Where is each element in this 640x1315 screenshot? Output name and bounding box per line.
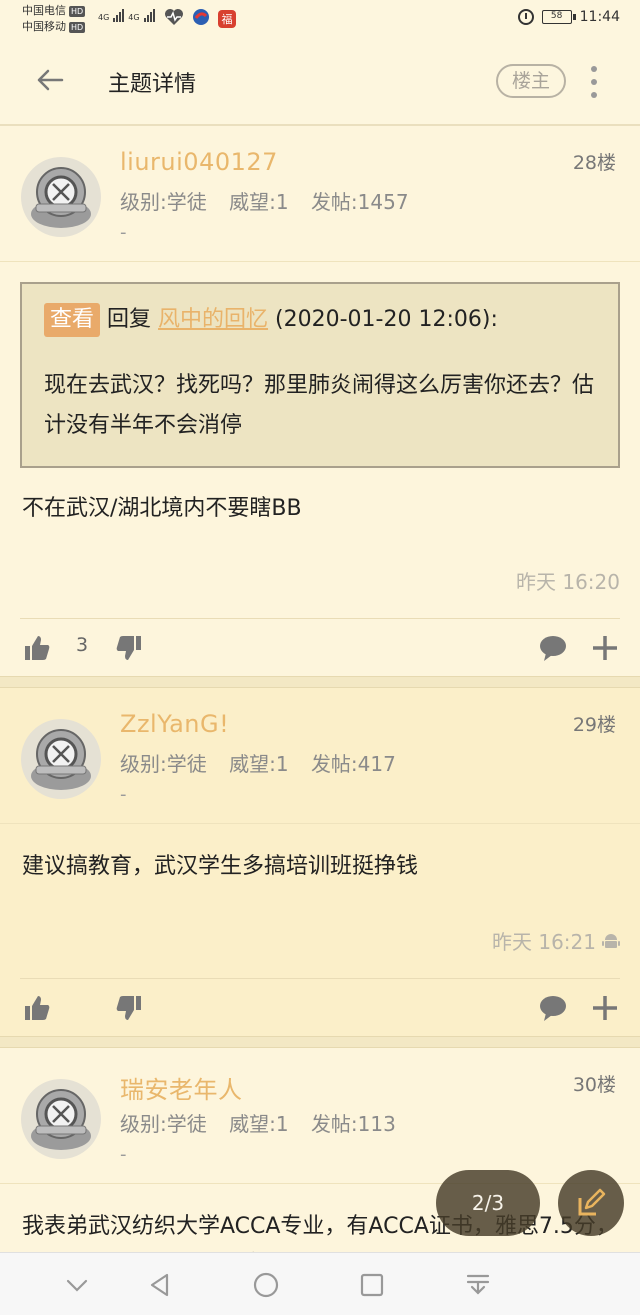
post-time: 昨天 16:21 [492,930,596,954]
home-circle-icon[interactable] [252,1271,280,1299]
compose-icon[interactable] [558,1170,624,1236]
status-bar: 中国电信 HD 中国移动 HD 4G 4G 福 58 11:44 [0,0,640,40]
plus-icon[interactable] [590,633,620,663]
user-meta: 级别:学徒 威望:1 发帖:417 [120,748,396,777]
signature: - [120,1144,127,1165]
system-nav-bar [0,1252,640,1315]
user-level: 级别:学徒 [120,190,207,214]
reply-word: 回复 [107,307,152,332]
post-body: 不在武汉/湖北境内不要瞎BB [22,496,302,521]
carrier-1: 中国电信 [22,4,66,17]
username[interactable]: 瑞安老年人 [120,1070,243,1105]
user-prestige: 威望:1 [229,752,289,776]
op-only-button[interactable]: 楼主 [496,64,566,98]
user-post-count: 发帖:417 [310,752,396,776]
hd-badge: HD [69,5,86,17]
signal-icon [143,9,155,22]
notification-icons: 福 [164,8,236,29]
avatar[interactable] [20,1078,102,1160]
floor-number: 30楼 [572,1074,616,1096]
carrier-info: 中国电信 HD 中国移动 HD [22,3,86,35]
user-level: 级别:学徒 [120,752,207,776]
notification-shade-icon[interactable] [464,1271,492,1299]
user-post-count: 发帖:1457 [310,190,409,214]
red-app-icon: 福 [218,9,236,28]
user-meta: 级别:学徒 威望:1 发帖:113 [120,1108,396,1137]
back-arrow-icon[interactable] [34,64,66,96]
signature: - [120,784,127,805]
post-actions [20,978,620,1036]
quote-block: 查看 回复 风中的回忆 (2020-01-20 12:06): 现在去武汉？找死… [20,282,620,468]
thread-content: liurui040127 28楼 级别:学徒 威望:1 发帖:1457 - 查看… [0,126,640,1252]
app-header: 主题详情 楼主 [0,40,640,126]
back-triangle-icon[interactable] [146,1271,174,1299]
comment-icon[interactable] [538,633,568,663]
page-title: 主题详情 [108,72,197,97]
floor-number: 28楼 [572,152,616,174]
alarm-icon [517,9,534,25]
user-meta: 级别:学徒 威望:1 发帖:1457 [120,186,409,215]
user-level: 级别:学徒 [120,1112,207,1136]
post-header: 瑞安老年人 30楼 级别:学徒 威望:1 发帖:113 - [0,1048,640,1184]
avatar[interactable] [20,156,102,238]
thumbs-up-icon[interactable] [22,993,52,1023]
quoted-text: 现在去武汉？找死吗？那里肺炎闹得这么厉害你还去？估计没有半年不会消停 [44,373,595,438]
user-prestige: 威望:1 [229,190,289,214]
user-post-count: 发帖:113 [310,1112,396,1136]
post-actions: 3 [20,618,620,676]
app-notification-icon [192,8,210,29]
user-prestige: 威望:1 [229,1112,289,1136]
post-time-row: 昨天 16:21 [0,926,640,978]
clock: 11:44 [579,9,620,25]
post-item: liurui040127 28楼 级别:学徒 威望:1 发帖:1457 - 查看… [0,126,640,676]
like-count: 3 [76,634,89,656]
recents-square-icon[interactable] [358,1271,386,1299]
plus-icon[interactable] [590,993,620,1023]
post-header: ZzlYanG! 29楼 级别:学徒 威望:1 发帖:417 - [0,688,640,824]
username[interactable]: liurui040127 [120,148,278,176]
signal-icon [113,9,125,22]
network-type-2: 4G [128,13,140,22]
floor-number: 29楼 [572,714,616,736]
signal-icons: 4G 4G [98,9,155,22]
post-item: ZzlYanG! 29楼 级别:学徒 威望:1 发帖:417 - 建议搞教育，武… [0,688,640,1036]
page-indicator-button[interactable]: 2/3 [436,1170,540,1236]
more-options-icon[interactable] [586,66,602,98]
post-time: 昨天 16:20 [516,570,620,594]
username[interactable]: ZzlYanG! [120,710,229,738]
post-body: 建议搞教育，武汉学生多搞培训班挺挣钱 [22,854,419,879]
status-right: 58 11:44 [517,9,620,25]
network-type-1: 4G [98,13,110,22]
thumbs-down-icon[interactable] [114,633,144,663]
post-item: 瑞安老年人 30楼 级别:学徒 威望:1 发帖:113 - 我表弟武汉纺织大学A… [0,1048,640,1252]
avatar[interactable] [20,718,102,800]
signature: - [120,222,127,243]
comment-icon[interactable] [538,993,568,1023]
post-divider [0,1036,640,1048]
quoted-user-link[interactable]: 风中的回忆 [158,307,268,332]
thumbs-up-icon[interactable] [22,633,52,663]
heart-monitor-icon [164,8,184,29]
quoted-time: (2020-01-20 12:06): [275,307,498,332]
thumbs-down-icon[interactable] [114,993,144,1023]
battery-icon: 58 [541,10,576,24]
post-body: 我表弟武汉纺织大学ACCA专业，有ACCA证书，雅思7.5分，最近要毕业了找工作… [22,1214,618,1239]
hd-badge: HD [69,21,86,33]
view-quote-button[interactable]: 查看 [44,303,101,337]
post-header: liurui040127 28楼 级别:学徒 威望:1 发帖:1457 - [0,126,640,262]
post-divider [0,676,640,688]
android-icon [602,931,620,948]
carrier-2: 中国移动 [22,20,66,33]
chevron-down-icon[interactable] [63,1271,91,1299]
